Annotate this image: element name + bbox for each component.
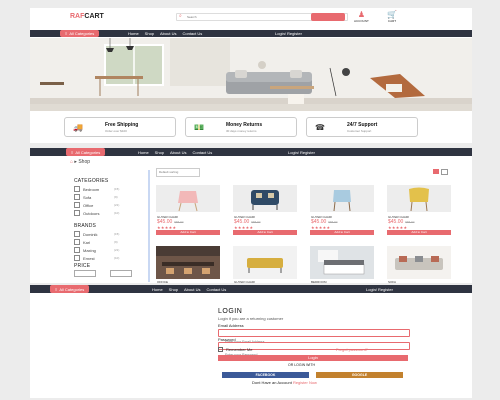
add-to-cart-button[interactable]: Add to Cart — [156, 230, 220, 235]
sofa-image — [387, 246, 451, 279]
account-icon: ♟ — [357, 10, 365, 19]
all-categories-button[interactable]: ≡ All Categories — [66, 148, 106, 156]
pink-chair-image — [156, 185, 220, 212]
living-room-illustration — [30, 38, 472, 111]
brand-filter[interactable]: Dominik (15) — [74, 231, 119, 237]
nav-contact[interactable]: Contact Us — [192, 150, 212, 155]
login-register-link[interactable]: Login/ Register — [366, 285, 393, 293]
nav-about[interactable]: About Us — [160, 31, 176, 36]
search-icon: ⌕ — [179, 13, 182, 19]
category-filter[interactable]: Bedroom (15) — [74, 186, 119, 192]
nav-about[interactable]: About Us — [184, 287, 200, 292]
support-icon: ☎ — [315, 123, 325, 132]
category-filter[interactable]: Outdoors (10) — [74, 210, 119, 216]
feature-money-returns: 💵 Money Returns 30 days money returns — [185, 117, 297, 137]
search-input[interactable] — [187, 14, 281, 20]
categories-heading: CATEGORIES — [74, 178, 109, 184]
login-navbar: ≡ All Categories Home Shop About Us Conta… — [30, 285, 472, 293]
brands-heading: BRANDS — [74, 223, 97, 229]
brand-filter[interactable]: Ernest (10) — [74, 255, 119, 261]
email-label: Email Address — [218, 323, 244, 328]
nav-contact[interactable]: Contact Us — [182, 31, 202, 36]
or-login-with: OR LOGIN WITH — [288, 363, 316, 367]
nav-about[interactable]: About Us — [170, 150, 186, 155]
nav-home[interactable]: Home — [128, 31, 139, 36]
register-prompt: Dont Have an Account Register Now — [252, 380, 317, 385]
login-subtitle: Login if you are a returning customer — [218, 316, 284, 321]
remember-me[interactable]: Remember Me — [218, 347, 252, 352]
login-title: LOGIN — [218, 308, 243, 315]
nav-shop[interactable]: Shop — [169, 287, 178, 292]
nav-links: Home Shop About Us Contact Us — [128, 30, 202, 37]
shop-section: ≡ All Categories Home Shop About Us Conta… — [30, 148, 472, 284]
product-image[interactable] — [387, 185, 451, 212]
add-to-cart-button[interactable]: Add to Cart — [387, 230, 451, 235]
homepage-section: RAFCART ⌕ ♟ ACCOUNT 🛒 CART ≡All Categori… — [30, 8, 472, 143]
cart-icon: 🛒 — [387, 10, 397, 19]
price-max-input[interactable] — [110, 270, 132, 277]
feature-support: ☎ 24/7 Support Customer Support — [306, 117, 418, 137]
sort-select[interactable]: Default sorting — [156, 168, 200, 177]
product-image[interactable] — [310, 185, 374, 212]
google-login-button[interactable]: GOOGLE — [316, 372, 403, 378]
product-image[interactable] — [233, 185, 297, 212]
money-icon: 💵 — [194, 123, 204, 132]
main-navbar: ≡ All Categories Home Shop About Us Conta… — [30, 30, 472, 37]
price-heading: PRICE — [74, 263, 91, 269]
email-field[interactable] — [218, 329, 410, 345]
blue-sofa-image — [233, 185, 297, 212]
search-bar: ⌕ — [176, 13, 348, 21]
nav-shop[interactable]: Shop — [155, 150, 164, 155]
breadcrumb: ⌂ ▸ Shop — [70, 159, 91, 165]
price-min-input[interactable] — [74, 270, 96, 277]
login-button[interactable]: Login — [218, 355, 408, 361]
menu-icon: ≡ — [71, 149, 74, 155]
search-button[interactable] — [311, 13, 345, 21]
all-categories-button[interactable]: ≡ All Categories — [60, 30, 100, 37]
brand-filter[interactable]: Karl (9) — [74, 239, 118, 245]
login-register-link[interactable]: Login/ Register — [288, 148, 315, 156]
divider — [148, 170, 150, 282]
office-image — [156, 246, 220, 279]
nav-home[interactable]: Home — [138, 150, 149, 155]
hero-image — [30, 38, 472, 111]
cart-link[interactable]: 🛒 CART — [387, 10, 397, 24]
nav-contact[interactable]: Contact Us — [206, 287, 226, 292]
nav-links: Home Shop About Us Contact Us — [138, 148, 212, 156]
forgot-password-link[interactable]: Forgot password? — [336, 347, 368, 352]
logo[interactable]: RAFCART — [70, 13, 104, 20]
menu-icon: ≡ — [55, 286, 58, 292]
facebook-login-button[interactable]: FACEBOOK — [222, 372, 309, 378]
add-to-cart-button[interactable]: Add to Cart — [233, 230, 297, 235]
yellow-chair-image — [387, 185, 451, 212]
category-filter[interactable]: Office (21) — [74, 202, 119, 208]
yellow-sofa-image — [233, 246, 297, 279]
all-categories-button[interactable]: ≡ All Categories — [50, 285, 90, 293]
truck-icon: 🚚 — [73, 123, 83, 132]
shop-navbar: ≡ All Categories Home Shop About Us Conta… — [30, 148, 472, 156]
list-view-icon[interactable] — [441, 169, 448, 175]
nav-links: Home Shop About Us Contact Us — [152, 285, 226, 293]
category-filter[interactable]: Sofa (9) — [74, 194, 118, 200]
grid-view-icon[interactable] — [433, 169, 439, 174]
remember-checkbox[interactable] — [218, 347, 223, 352]
menu-icon: ≡ — [65, 31, 68, 36]
blue-chair-image — [310, 185, 374, 212]
product-image[interactable] — [156, 185, 220, 212]
bedroom-image — [310, 246, 374, 279]
register-link[interactable]: Register Now — [293, 380, 317, 385]
account-link[interactable]: ♟ ACCOUNT — [354, 10, 369, 24]
nav-shop[interactable]: Shop — [145, 31, 154, 36]
login-register-link[interactable]: Login/ Register — [275, 30, 302, 37]
brand-filter[interactable]: Maxing (21) — [74, 247, 119, 253]
home-icon[interactable]: ⌂ — [70, 159, 73, 165]
nav-home[interactable]: Home — [152, 287, 163, 292]
add-to-cart-button[interactable]: Add to Cart — [310, 230, 374, 235]
feature-free-shipping: 🚚 Free Shipping Order over $100 — [64, 117, 176, 137]
